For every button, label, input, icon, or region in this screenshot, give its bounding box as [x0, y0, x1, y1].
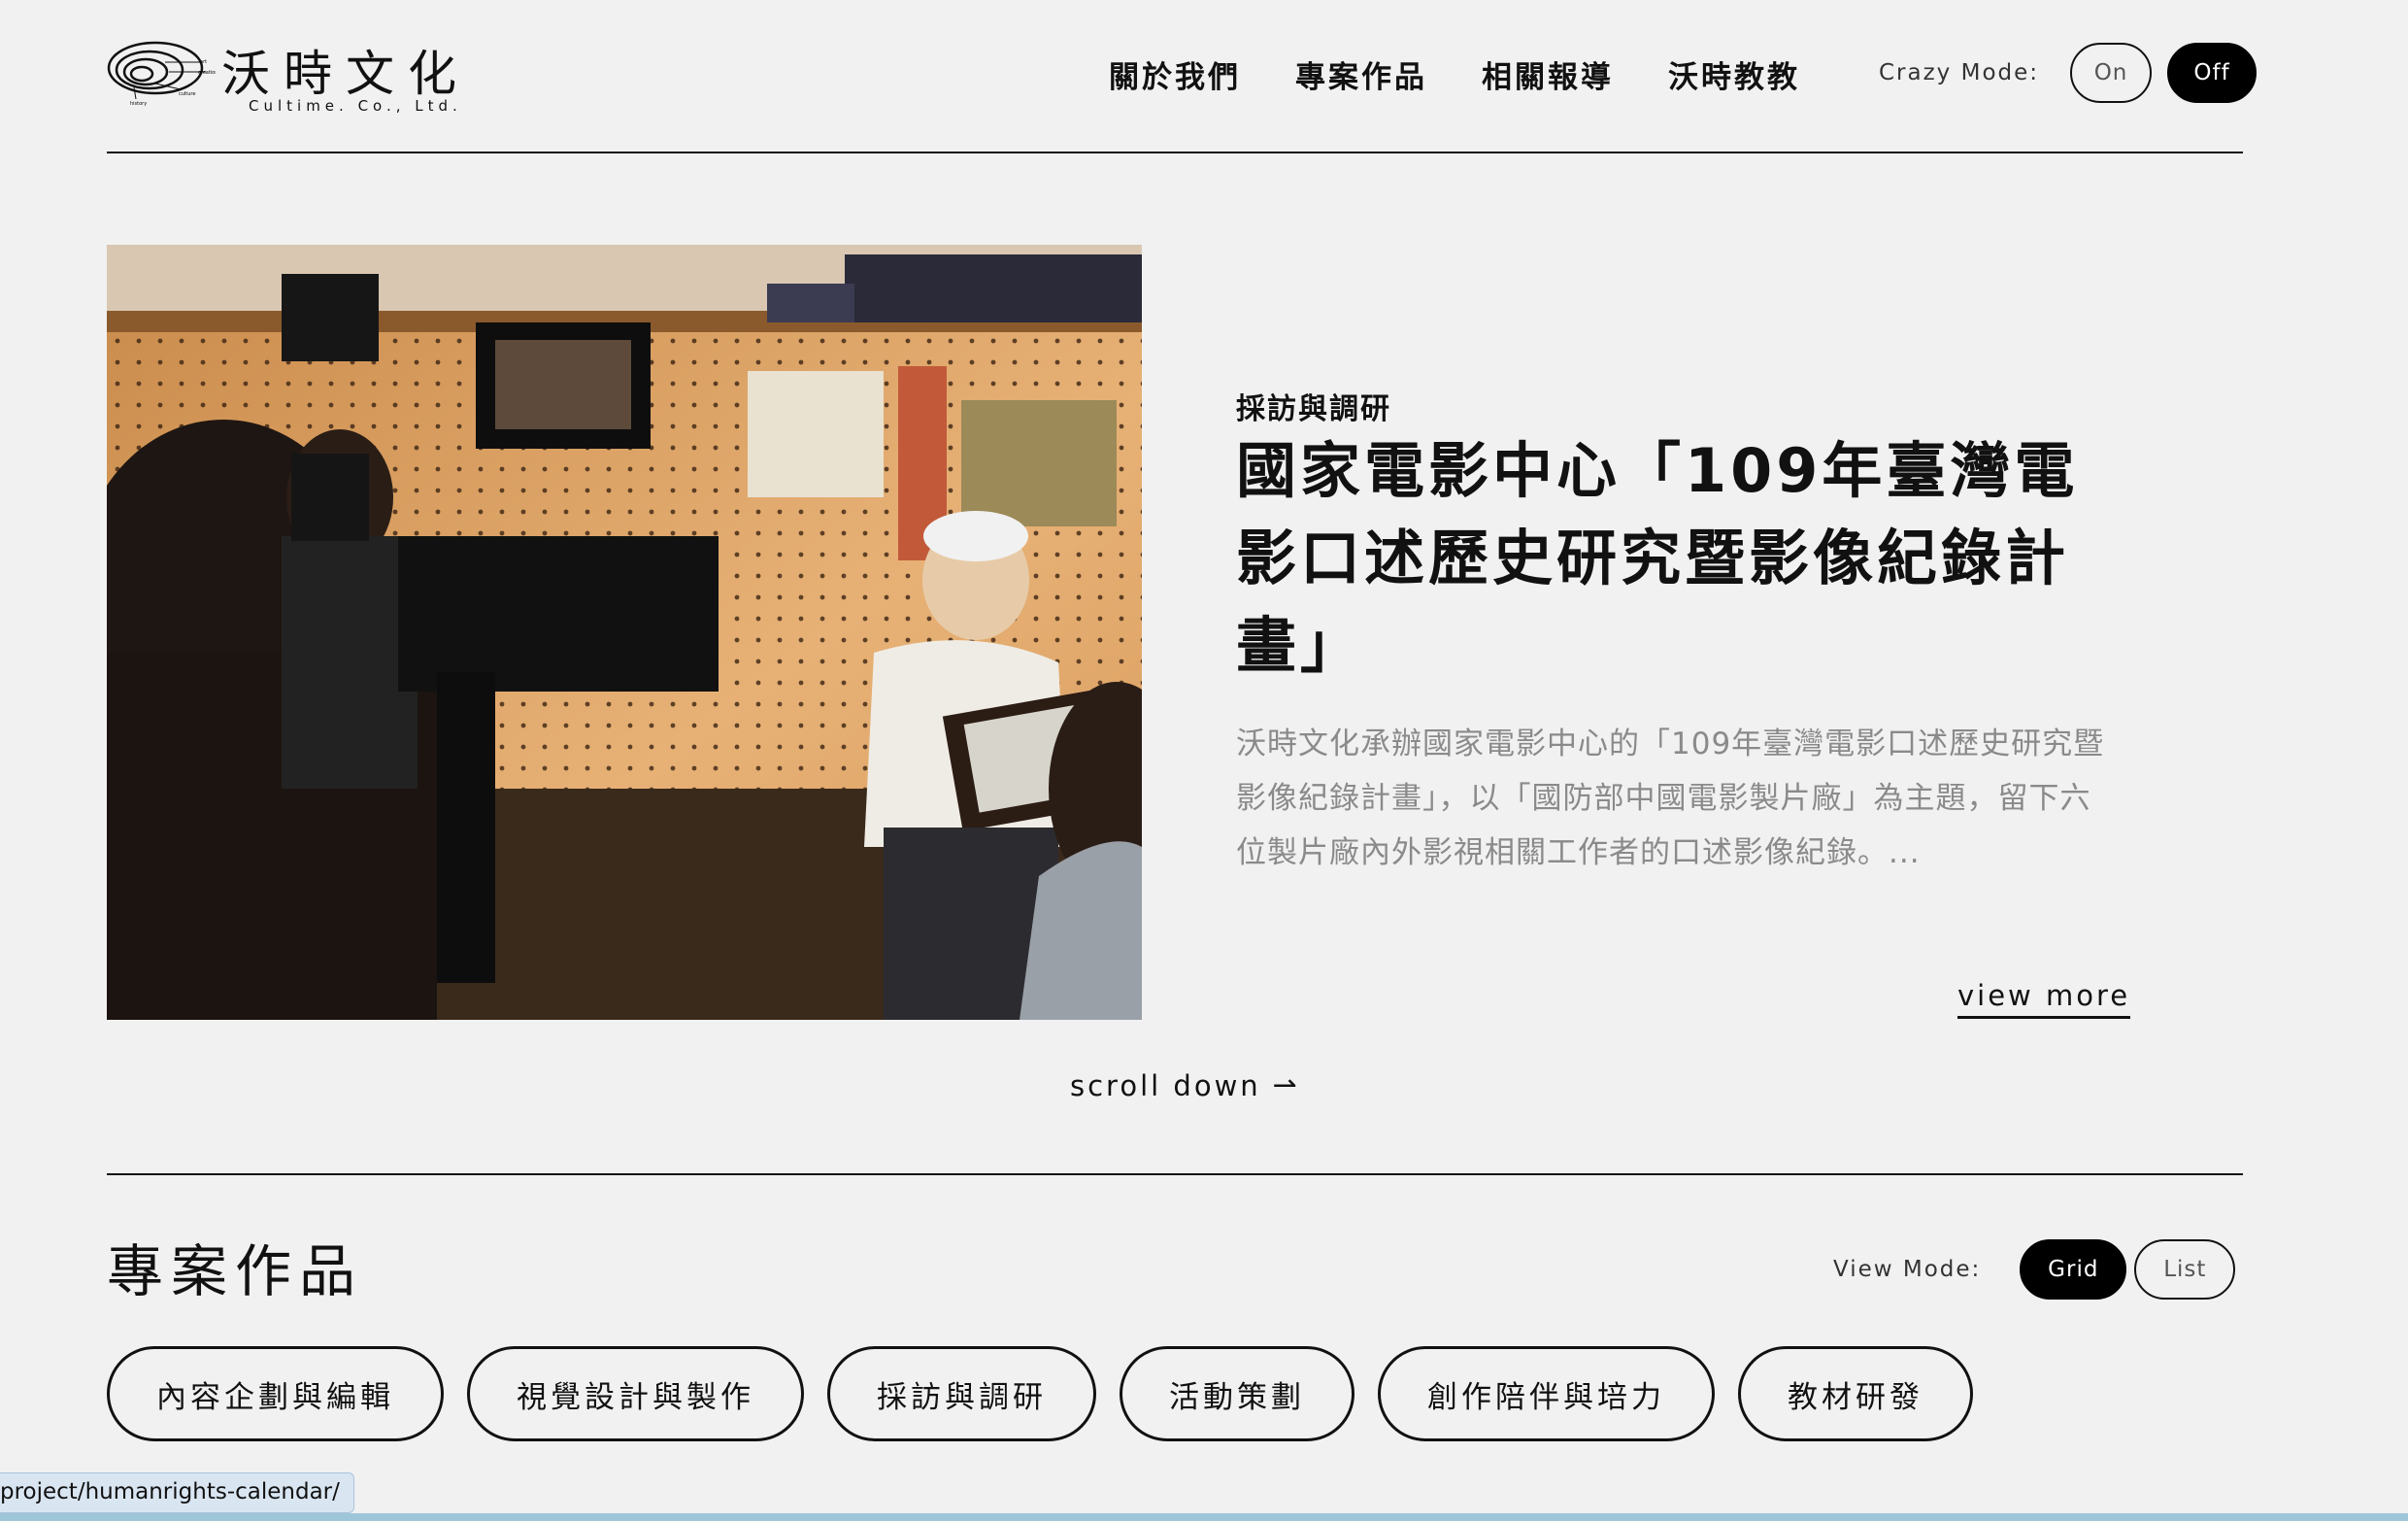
- view-mode-list-button[interactable]: List: [2134, 1239, 2236, 1300]
- hero-photo: [107, 245, 1142, 1020]
- hero-category: 採訪與調研: [1236, 392, 1391, 426]
- hero-description: 沃時文化承辦國家電影中心的「109年臺灣電影口述歷史研究暨影像紀錄計畫」，以「國…: [1236, 727, 2105, 870]
- hero-title[interactable]: 國家電影中心「109年臺灣電影口述歷史研究暨影像紀錄計畫」: [1236, 427, 2129, 690]
- scroll-down-button[interactable]: scroll down ⇀: [1070, 1068, 1300, 1102]
- projects-section-title: 專案作品: [107, 1238, 364, 1304]
- logo-word-art: art: [200, 59, 207, 65]
- view-more-link[interactable]: view more: [1957, 979, 2131, 1019]
- filter-content-planning[interactable]: 內容企劃與編輯: [107, 1346, 444, 1441]
- section-divider: [107, 1173, 2243, 1175]
- nav-item-about[interactable]: 關於我們: [1109, 52, 1241, 96]
- logo-subtitle: Cultime. Co., Ltd.: [249, 97, 462, 115]
- filter-creative-mentoring[interactable]: 創作陪伴與培力: [1378, 1346, 1715, 1441]
- site-header: art creation culture history 沃時文化 Cultim…: [107, 0, 2258, 153]
- filter-interview-research[interactable]: 採訪與調研: [827, 1346, 1096, 1441]
- nav-item-education[interactable]: 沃時教教: [1668, 52, 1800, 96]
- filter-visual-design[interactable]: 視覺設計與製作: [467, 1346, 804, 1441]
- main-nav: 關於我們 專案作品 相關報導 沃時教教: [1109, 52, 1800, 96]
- nav-item-press[interactable]: 相關報導: [1482, 52, 1614, 96]
- bottom-accent-bar: [0, 1513, 2408, 1521]
- arrow-right-icon: ⇀: [1272, 1068, 1300, 1102]
- logo[interactable]: art creation culture history 沃時文化 Cultim…: [107, 33, 466, 120]
- crazy-mode-label: Crazy Mode:: [1879, 60, 2040, 85]
- crazy-mode-toggle: Crazy Mode: On Off: [1879, 43, 2258, 103]
- category-filters: 內容企劃與編輯 視覺設計與製作 採訪與調研 活動策劃 創作陪伴與培力 教材研發: [107, 1346, 1973, 1441]
- status-bar-url: project/humanrights-calendar/: [0, 1472, 354, 1513]
- scroll-down-label: scroll down: [1070, 1068, 1261, 1102]
- filter-event-planning[interactable]: 活動策劃: [1120, 1346, 1354, 1441]
- view-mode-label: View Mode:: [1833, 1257, 1982, 1282]
- logo-word-history: history: [130, 101, 147, 107]
- crazy-mode-off-button[interactable]: Off: [2167, 43, 2258, 103]
- view-mode-grid-button[interactable]: Grid: [2020, 1239, 2127, 1300]
- crazy-mode-on-button[interactable]: On: [2070, 43, 2153, 103]
- hero-image-link[interactable]: [107, 245, 1142, 1020]
- logo-swirl-icon: art creation culture history: [107, 41, 216, 107]
- logo-name: 沃時文化: [221, 46, 470, 102]
- nav-item-projects[interactable]: 專案作品: [1295, 52, 1427, 96]
- logo-word-creation: creation: [198, 70, 216, 76]
- view-mode-toggle: View Mode: Grid List: [1833, 1239, 2236, 1300]
- filter-teaching-materials[interactable]: 教材研發: [1738, 1346, 1973, 1441]
- logo-word-culture: culture: [179, 91, 195, 97]
